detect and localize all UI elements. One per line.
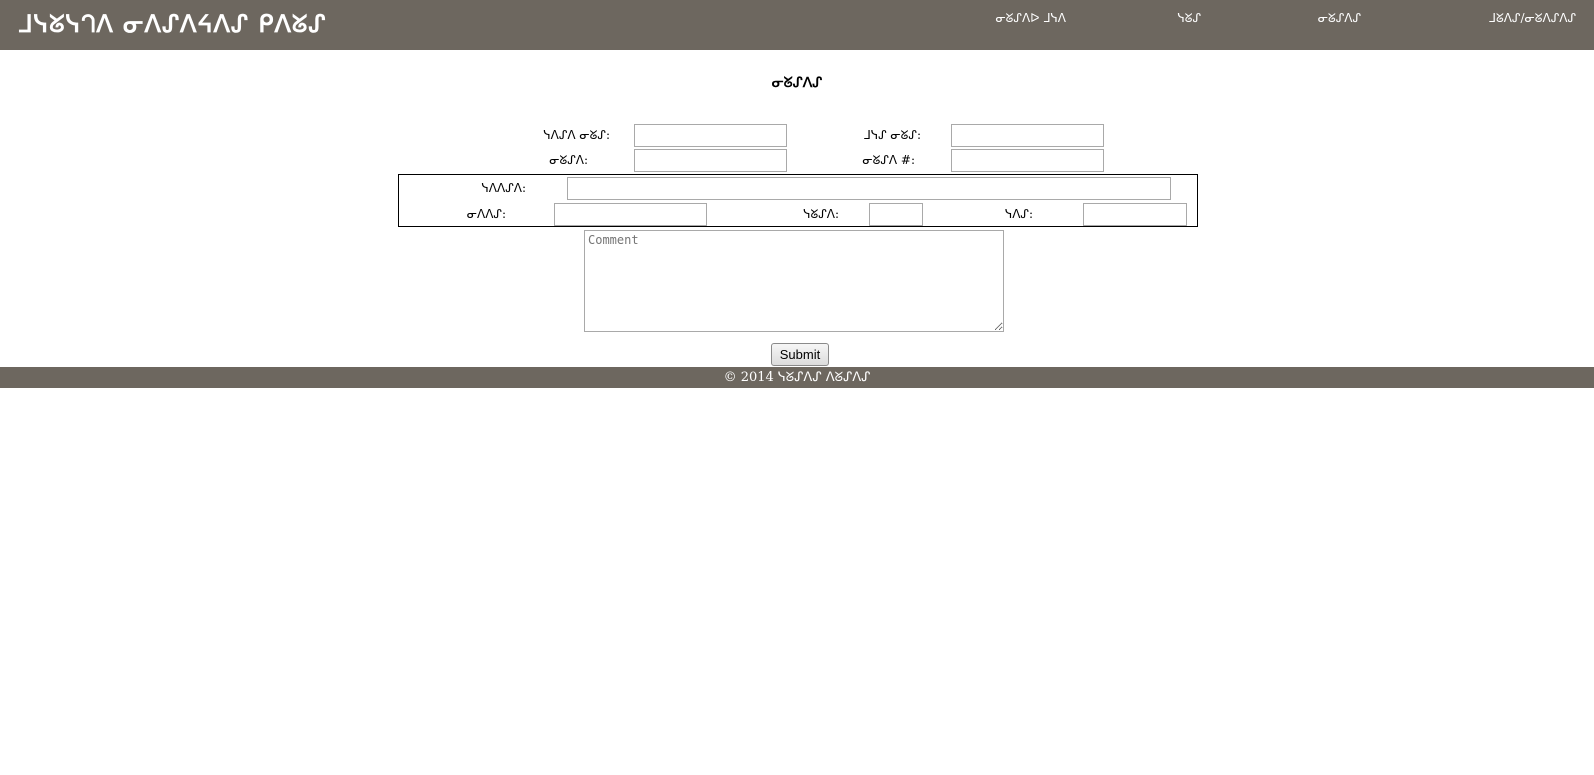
- email-input[interactable]: [634, 149, 787, 172]
- nav-item-2[interactable]: ᓭᘜᔑ: [1177, 11, 1201, 26]
- zip-label: ᓭᐱᔑ:: [1004, 207, 1033, 221]
- nav-item-3[interactable]: ᓂᘜᔑᐱᔑ: [1318, 11, 1361, 26]
- state-label: ᓭᘜᔑᐱ:: [803, 207, 839, 221]
- last-name-input[interactable]: [951, 124, 1104, 147]
- nav-item-1[interactable]: ᓂᘜᔑᐱᐅ ᒧᓭᐱ: [995, 11, 1066, 26]
- site-footer: © 2014 ᓭᘜᔑᐱᔑ ᐱᘜᔑᐱᔑ: [0, 367, 1594, 388]
- nav-item-4[interactable]: ᒧᘜᐱᔑ/ᓂᘜᐱᔑᐱᔑ: [1489, 11, 1576, 26]
- state-input[interactable]: [869, 203, 923, 226]
- site-header: ᒧᓭᘜᓭᘃᐱ ᓂᐱᔑᐱᔦᐱᔑ ᑭᐱᘜᔑ ᓂᘜᔑᐱᐅ ᒧᓭᐱ ᓭᘜᔑ ᓂᘜᔑᐱᔑ …: [0, 0, 1594, 50]
- email-label: ᓂᘜᔑᐱ:: [549, 153, 588, 167]
- zip-input[interactable]: [1083, 203, 1187, 226]
- phone-input[interactable]: [951, 149, 1104, 172]
- comment-textarea[interactable]: [584, 230, 1004, 332]
- address-label: ᓭᐱᐱᔑᐱ:: [481, 181, 526, 195]
- page-title: ᓂᘜᔑᐱᔑ: [771, 75, 823, 91]
- phone-label: ᓂᘜᔑᐱ #:: [862, 153, 915, 167]
- footer-copyright: © 2014 ᓭᘜᔑᐱᔑ ᐱᘜᔑᐱᔑ: [723, 370, 871, 385]
- address-input[interactable]: [567, 177, 1171, 200]
- site-title[interactable]: ᒧᓭᘜᓭᘃᐱ ᓂᐱᔑᐱᔦᐱᔑ ᑭᐱᘜᔑ: [18, 8, 326, 40]
- last-name-label: ᒧᓭᔑ ᓂᘜᔑ:: [863, 128, 921, 142]
- first-name-label: ᓭᐱᔑᐱ ᓂᘜᔑ:: [543, 128, 610, 142]
- first-name-input[interactable]: [634, 124, 787, 147]
- submit-button[interactable]: Submit: [771, 343, 829, 366]
- city-label: ᓂᐱᐱᔑ:: [466, 207, 506, 221]
- city-input[interactable]: [554, 203, 707, 226]
